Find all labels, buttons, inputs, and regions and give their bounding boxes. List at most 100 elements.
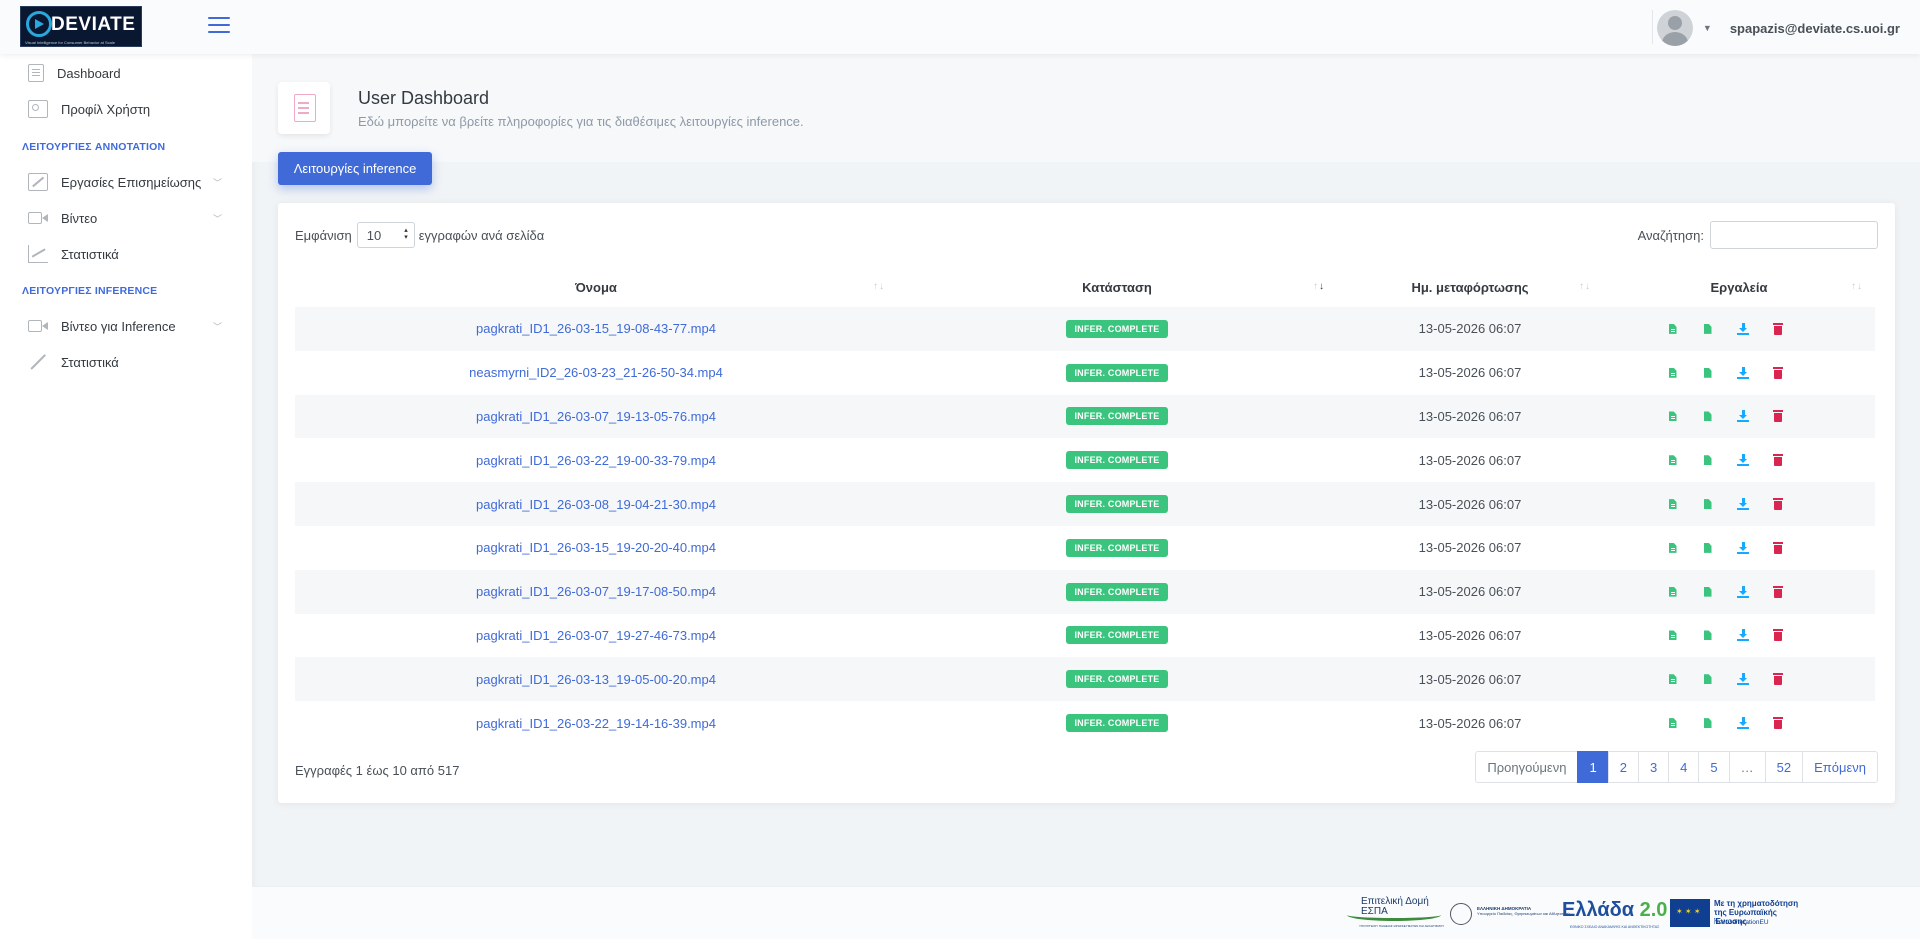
pagination-previous[interactable]: Προηγούμενη (1475, 751, 1579, 783)
status-badge: INFER. COMPLETE (1066, 714, 1168, 733)
page-subtitle: Εδώ μπορείτε να βρείτε πληροφορίες για τ… (358, 114, 804, 129)
download-icon[interactable] (1736, 585, 1750, 599)
file-icon[interactable] (1701, 716, 1715, 730)
file-icon[interactable] (1701, 366, 1715, 380)
file-icon[interactable] (1701, 453, 1715, 467)
file-text-icon[interactable] (1666, 409, 1680, 423)
pagination-page-52[interactable]: 52 (1764, 751, 1804, 783)
download-icon[interactable] (1736, 628, 1750, 642)
video-name-link[interactable]: pagkrati_ID1_26-03-13_19-05-00-20.mp4 (295, 657, 897, 702)
download-icon[interactable] (1736, 497, 1750, 511)
search-control: Αναζήτηση: (1638, 221, 1878, 249)
status-badge: INFER. COMPLETE (1066, 538, 1168, 557)
avatar[interactable] (1656, 10, 1693, 46)
download-icon[interactable] (1736, 672, 1750, 686)
download-icon[interactable] (1736, 409, 1750, 423)
file-text-icon[interactable] (1666, 453, 1680, 467)
trash-icon[interactable] (1771, 672, 1785, 686)
upload-date: 13-05-2026 06:07 (1337, 394, 1603, 439)
per-page-label: εγγραφών ανά σελίδα (418, 227, 545, 243)
file-text-icon[interactable] (1666, 628, 1680, 642)
download-icon[interactable] (1736, 453, 1750, 467)
file-text-icon[interactable] (1666, 322, 1680, 336)
trash-icon[interactable] (1771, 366, 1785, 380)
file-icon[interactable] (1701, 497, 1715, 511)
pagination-next[interactable]: Επόμενη (1802, 751, 1878, 783)
video-camera-icon (28, 212, 48, 224)
status-badge: INFER. COMPLETE (1066, 582, 1168, 601)
pagination-page-3[interactable]: 3 (1637, 751, 1670, 783)
tools-cell (1603, 657, 1875, 702)
pagination-page-2[interactable]: 2 (1607, 751, 1639, 783)
trash-icon[interactable] (1771, 497, 1785, 511)
trash-icon[interactable] (1771, 585, 1785, 599)
trash-icon[interactable] (1771, 322, 1785, 336)
column-header-status[interactable]: Κατάσταση ↑↓ (897, 267, 1337, 307)
play-icon (26, 11, 52, 37)
file-icon[interactable] (1701, 585, 1715, 599)
download-icon[interactable] (1736, 541, 1750, 555)
trash-icon[interactable] (1771, 541, 1785, 555)
video-name-link[interactable]: pagkrati_ID1_26-03-22_19-00-33-79.mp4 (295, 438, 897, 482)
status-cell: INFER. COMPLETE (897, 701, 1337, 745)
hamburger-menu-icon[interactable] (208, 16, 230, 34)
pagination-page-4[interactable]: 4 (1668, 751, 1700, 783)
sidebar-item-label: Βίντεο για Inference (61, 318, 176, 334)
file-text-icon[interactable] (1666, 716, 1680, 730)
trash-icon[interactable] (1771, 716, 1785, 730)
tab-inference-functions[interactable]: Λειτουργίες inference (278, 152, 432, 185)
video-name-link[interactable]: pagkrati_ID1_26-03-22_19-14-16-39.mp4 (295, 701, 897, 745)
deviate-logo[interactable]: DEVIATE Visual Intelligence for Consumer… (20, 6, 142, 47)
chevron-down-icon[interactable]: ▼ (1703, 23, 1712, 33)
search-input[interactable] (1710, 221, 1878, 249)
document-icon (28, 64, 44, 82)
file-icon[interactable] (1701, 672, 1715, 686)
download-icon[interactable] (1736, 366, 1750, 380)
sort-icon: ↑↓ (1851, 281, 1863, 292)
page-size-select[interactable]: 10 (356, 222, 415, 248)
file-icon[interactable] (1701, 409, 1715, 423)
file-text-icon[interactable] (1666, 585, 1680, 599)
video-name-link[interactable]: pagkrati_ID1_26-03-15_19-20-20-40.mp4 (295, 526, 897, 570)
video-name-link[interactable]: pagkrati_ID1_26-03-15_19-08-43-77.mp4 (295, 307, 897, 351)
download-icon[interactable] (1736, 716, 1750, 730)
pagination: Προηγούμενη 1 2 3 4 5 … 52 Επόμενη (1475, 751, 1878, 783)
trash-icon[interactable] (1771, 409, 1785, 423)
video-name-link[interactable]: pagkrati_ID1_26-03-07_19-17-08-50.mp4 (295, 569, 897, 614)
file-icon[interactable] (1701, 322, 1715, 336)
sidebar-item-inference-videos[interactable]: Βίντεο για Inference ﹀ (28, 312, 228, 340)
video-name-link[interactable]: pagkrati_ID1_26-03-08_19-04-21-30.mp4 (295, 482, 897, 526)
pagination-page-1[interactable]: 1 (1577, 751, 1609, 783)
upload-date: 13-05-2026 06:07 (1418, 627, 1522, 643)
trash-icon[interactable] (1771, 628, 1785, 642)
column-header-upload-date[interactable]: Ημ. μεταφόρτωσης ↑↓ (1337, 267, 1603, 307)
sidebar-item-annotation-stats[interactable]: Στατιστικά (28, 240, 228, 268)
video-name-link[interactable]: pagkrati_ID1_26-03-07_19-13-05-76.mp4 (295, 394, 897, 439)
sidebar-item-profile[interactable]: Προφίλ Χρήστη (28, 95, 228, 123)
hellenic-republic-logo: ΕΛΛΗΝΙΚΗ ΔΗΜΟΚΡΑΤΙΑ Υπουργείο Παιδείας, Θ… (1450, 895, 1570, 933)
file-icon[interactable] (1701, 541, 1715, 555)
user-menu[interactable]: ▼ spapazis@deviate.cs.uoi.gr (1656, 10, 1900, 46)
file-text-icon[interactable] (1666, 366, 1680, 380)
video-name-link[interactable]: pagkrati_ID1_26-03-07_19-27-46-73.mp4 (295, 614, 897, 658)
table-row: neasmyrni_ID2_26-03-23_21-26-50-34.mp4 IN… (295, 351, 1875, 395)
sidebar-item-videos[interactable]: Βίντεο ﹀ (28, 204, 228, 232)
file-icon[interactable] (1701, 628, 1715, 642)
chevron-down-icon: ﹀ (212, 322, 222, 332)
clipboard-icon (278, 82, 330, 134)
column-header-name[interactable]: Όνομα ↑↓ (295, 267, 897, 307)
file-text-icon[interactable] (1666, 541, 1680, 555)
table-row: pagkrati_ID1_26-03-22_19-14-16-39.mp4 INF… (295, 701, 1875, 745)
sidebar-item-annotation-tasks[interactable]: Εργασίες Επισημείωσης ﹀ (28, 168, 228, 196)
column-header-tools[interactable]: Εργαλεία ↑↓ (1603, 267, 1875, 307)
status-badge: INFER. COMPLETE (1066, 670, 1168, 689)
file-text-icon[interactable] (1666, 672, 1680, 686)
video-name-link[interactable]: neasmyrni_ID2_26-03-23_21-26-50-34.mp4 (295, 351, 897, 395)
sidebar-item-inference-stats[interactable]: Στατιστικά (28, 348, 228, 376)
file-text-icon[interactable] (1666, 497, 1680, 511)
pagination-page-5[interactable]: 5 (1698, 751, 1730, 783)
sidebar-item-dashboard[interactable]: Dashboard (28, 59, 228, 87)
download-icon[interactable] (1736, 322, 1750, 336)
upload-date: 13-05-2026 06:07 (1418, 452, 1522, 468)
trash-icon[interactable] (1771, 453, 1785, 467)
